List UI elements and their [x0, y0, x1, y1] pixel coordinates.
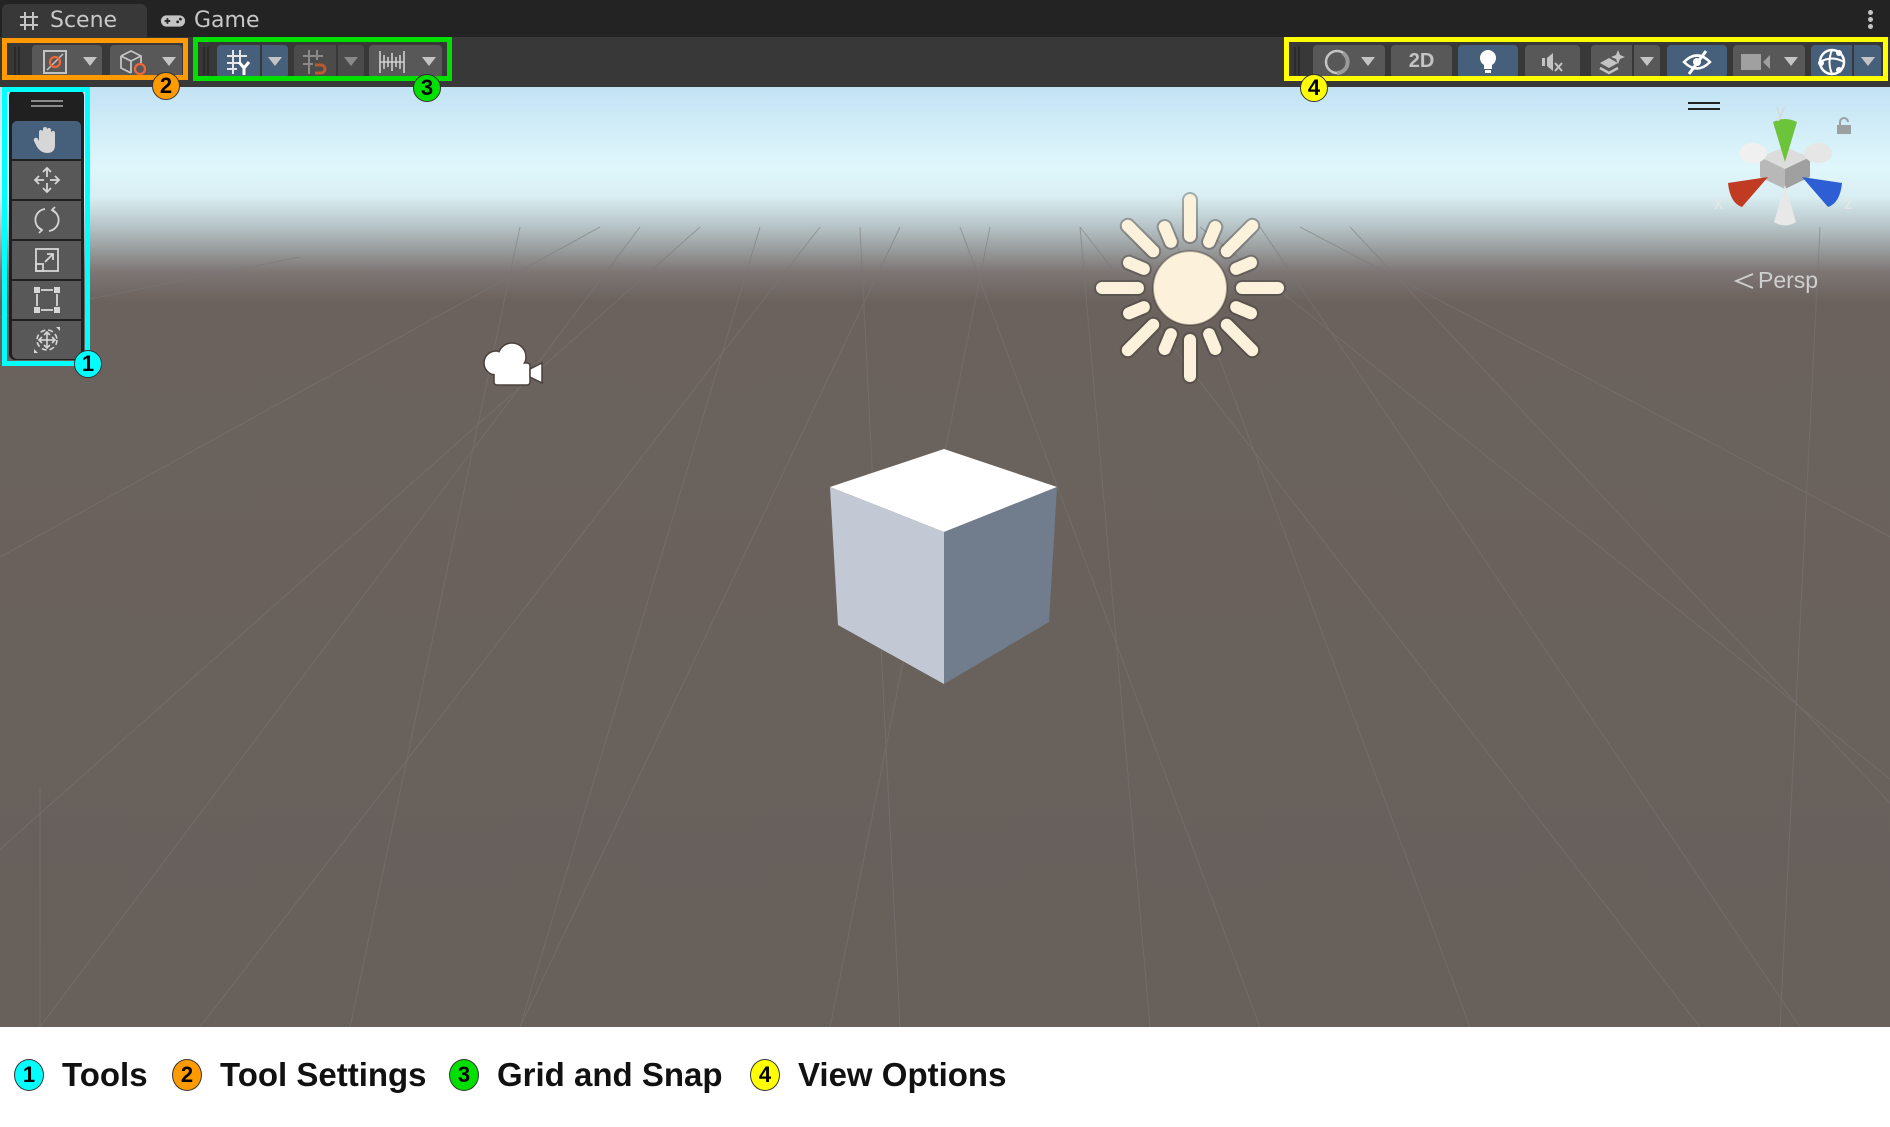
legend-label: Tool Settings [220, 1056, 427, 1093]
z-axis-label: z [1844, 193, 1853, 213]
tab-bar: Scene Game [0, 0, 1890, 37]
legend-label: View Options [798, 1056, 1007, 1093]
camera-gizmo-icon[interactable] [482, 339, 552, 389]
sun-ray [1158, 221, 1177, 248]
legend-item-view-options: 4 View Options [750, 1056, 1006, 1094]
view-options-highlight [1284, 37, 1888, 81]
tab-game-label: Game [194, 8, 260, 33]
legend-item-grid-snap: 3 Grid and Snap [449, 1056, 723, 1094]
legend-item-tools: 1 Tools [14, 1056, 148, 1094]
tool-settings-badge: 2 [152, 72, 180, 100]
neg-y-cone[interactable] [1774, 185, 1796, 226]
tab-scene[interactable]: Scene [2, 4, 147, 37]
legend-item-tool-settings: 2 Tool Settings [172, 1056, 427, 1094]
projection-toggle[interactable]: Persp [1734, 267, 1818, 294]
tools-highlight [2, 87, 90, 366]
tools-badge: 1 [74, 350, 102, 378]
legend-label: Grid and Snap [497, 1056, 723, 1093]
grid-hash-icon [16, 10, 42, 32]
y-axis-label: y [1776, 107, 1785, 121]
x-axis-label: x [1714, 193, 1723, 213]
legend-label: Tools [62, 1056, 148, 1093]
directional-light-icon[interactable] [1090, 188, 1290, 388]
neg-z-cone[interactable] [1804, 143, 1832, 163]
projection-label: Persp [1758, 267, 1819, 293]
sun-ray [1123, 256, 1150, 275]
perspective-icon [1734, 272, 1754, 289]
neg-x-cone[interactable] [1739, 143, 1767, 163]
gamepad-icon [160, 10, 186, 32]
sun-ray [1203, 328, 1222, 355]
legend-badge: 1 [14, 1059, 44, 1091]
z-axis-cone[interactable] [1802, 177, 1842, 207]
scene-viewport[interactable]: y x z Persp [0, 87, 1890, 1027]
legend-badge: 2 [172, 1059, 202, 1091]
sun-ray [1123, 301, 1150, 320]
grid-snap-badge: 3 [413, 74, 441, 102]
x-axis-cone[interactable] [1728, 177, 1768, 207]
tab-scene-label: Scene [50, 8, 118, 33]
sun-ray [1158, 328, 1177, 355]
kebab-menu-icon[interactable] [1868, 10, 1874, 30]
legend-badge: 3 [449, 1059, 479, 1091]
sun-ray [1230, 256, 1257, 275]
sun-ray [1203, 221, 1222, 248]
sun-ray [1230, 301, 1257, 320]
cube-object[interactable] [820, 440, 1080, 690]
legend-badge: 4 [750, 1059, 780, 1091]
tab-game[interactable]: Game [160, 4, 300, 37]
grid-snap-highlight [193, 37, 452, 81]
orientation-gizmo[interactable]: y x z [1710, 107, 1860, 247]
view-options-badge: 4 [1300, 74, 1328, 102]
